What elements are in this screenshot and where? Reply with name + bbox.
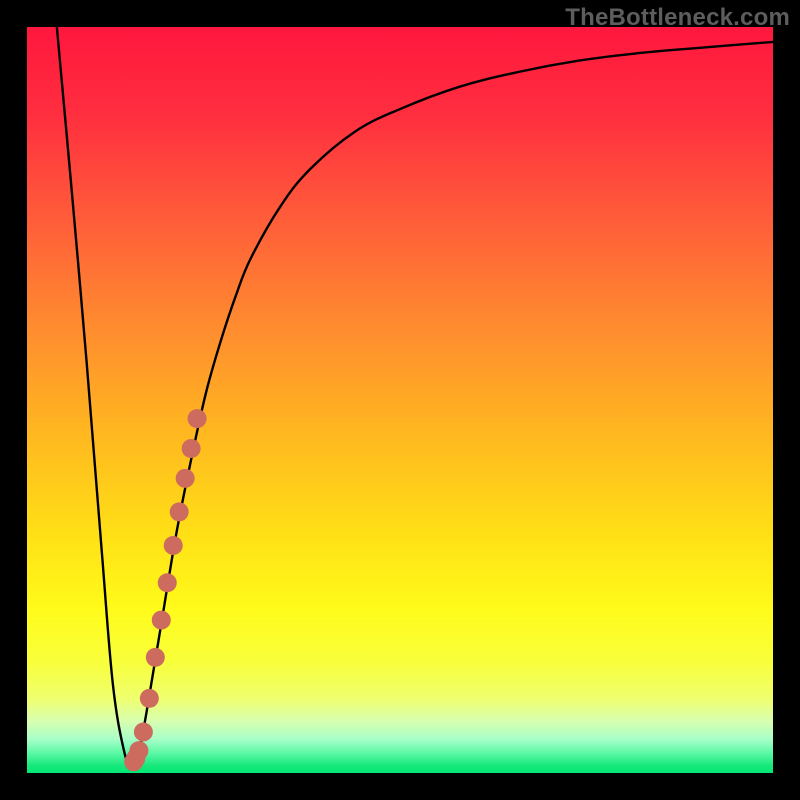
marker-dot [146,648,165,667]
watermark-text: TheBottleneck.com [565,4,790,32]
marker-dot [140,689,159,708]
chart-svg [27,27,773,773]
plot-area [27,27,773,773]
chart-frame: TheBottleneck.com [0,0,800,800]
marker-dot [158,573,177,592]
marker-dot [188,409,207,428]
marker-dot [152,611,171,630]
marker-dot [182,439,201,458]
marker-dot [164,536,183,555]
marker-dot [170,502,189,521]
highlight-markers [124,409,206,771]
marker-dot [129,741,148,760]
marker-dot [176,469,195,488]
marker-dot [134,722,153,741]
